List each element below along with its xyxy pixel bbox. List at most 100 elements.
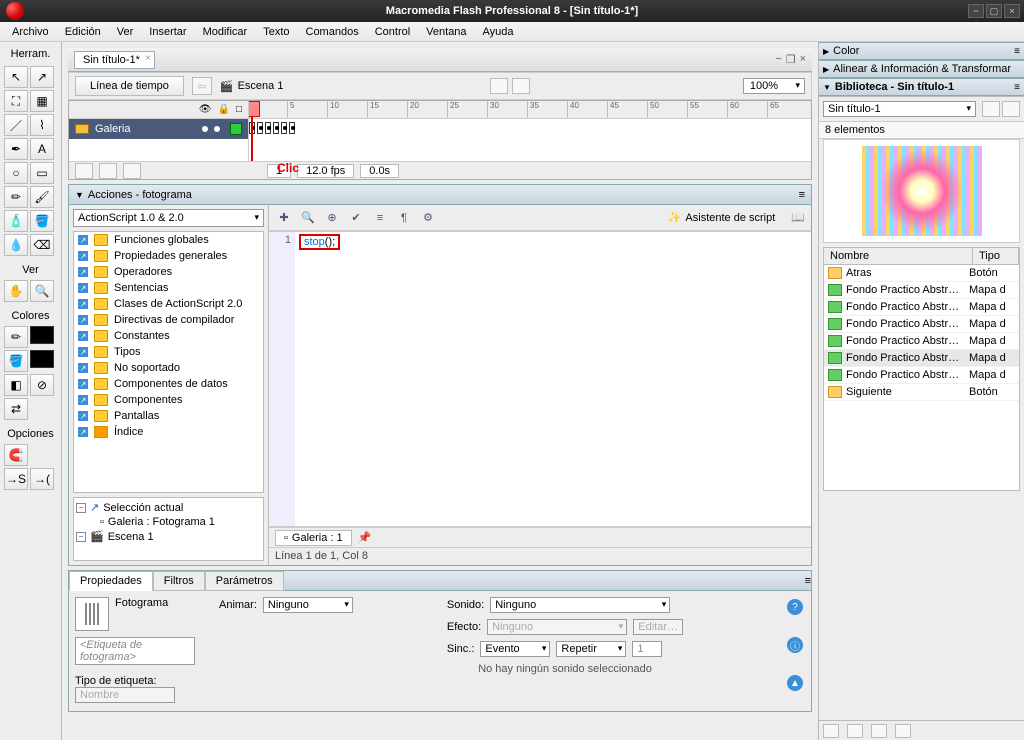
library-item[interactable]: SiguienteBotón [824, 384, 1019, 401]
tree-node[interactable]: Clases de ActionScript 2.0 [114, 298, 242, 310]
check-syntax-icon[interactable]: ✔ [347, 209, 365, 227]
maximize-button[interactable]: ▢ [986, 4, 1002, 18]
selection-item[interactable]: Galeria : Fotograma 1 [108, 516, 215, 528]
subselection-tool[interactable]: ↗ [30, 66, 54, 88]
swap-color-button[interactable]: ⇄ [4, 398, 28, 420]
tab-filtros[interactable]: Filtros [153, 571, 205, 591]
edit-symbol-icon[interactable] [512, 78, 530, 94]
tree-node[interactable]: Componentes [114, 394, 183, 406]
tab-propiedades[interactable]: Propiedades [69, 571, 153, 591]
script-assist-button[interactable]: Asistente de script [685, 212, 775, 224]
rectangle-tool[interactable]: ▭ [30, 162, 54, 184]
menu-ventana[interactable]: Ventana [418, 26, 474, 38]
fill-color-swatch[interactable] [30, 350, 54, 368]
tab-parametros[interactable]: Parámetros [205, 571, 284, 591]
menu-insertar[interactable]: Insertar [141, 26, 194, 38]
loop-dropdown[interactable]: Repetir [556, 641, 626, 657]
library-item[interactable]: Fondo Practico Abstrac...Mapa d [824, 299, 1019, 316]
scene-breadcrumb[interactable]: 🎬 Escena 1 [220, 80, 284, 93]
tween-dropdown[interactable]: Ninguno [263, 597, 353, 613]
smooth-option[interactable]: →S [4, 468, 28, 490]
lasso-tool[interactable]: ⌇ [30, 114, 54, 136]
new-layer-icon[interactable] [75, 163, 93, 179]
tree-node[interactable]: Componentes de datos [114, 378, 228, 390]
actionscript-version-dropdown[interactable]: ActionScript 1.0 & 2.0 [73, 209, 264, 227]
menu-ayuda[interactable]: Ayuda [475, 26, 522, 38]
doc-minimize-icon[interactable]: − [775, 53, 781, 66]
tree-node[interactable]: Tipos [114, 346, 141, 358]
eraser-tool[interactable]: ⌫ [30, 234, 54, 256]
actions-toolbox[interactable]: ↗Funciones globales ↗Propiedades general… [73, 231, 264, 493]
straighten-option[interactable]: →( [30, 468, 54, 490]
document-tab[interactable]: Sin título-1* [74, 51, 155, 69]
snap-option[interactable]: 🧲 [4, 444, 28, 466]
bw-color-button[interactable]: ◧ [4, 374, 28, 396]
menu-comandos[interactable]: Comandos [298, 26, 367, 38]
expand-icon[interactable]: ▲ [787, 675, 803, 691]
props-menu-icon[interactable]: ≡ [805, 575, 811, 587]
library-item[interactable]: Fondo Practico Abstrac...Mapa d [824, 367, 1019, 384]
library-item[interactable]: AtrasBotón [824, 265, 1019, 282]
tree-node[interactable]: Operadores [114, 266, 172, 278]
new-folder-icon[interactable] [99, 163, 117, 179]
zoom-dropdown[interactable]: 100% [743, 78, 805, 94]
sync-dropdown[interactable]: Evento [480, 641, 550, 657]
loop-count-input[interactable]: 1 [632, 641, 662, 657]
menu-control[interactable]: Control [367, 26, 418, 38]
auto-format-icon[interactable]: ≡ [371, 209, 389, 227]
lock-column-icon[interactable]: 🔒 [218, 104, 230, 115]
delete-layer-icon[interactable] [123, 163, 141, 179]
library-item[interactable]: Fondo Practico Abstrac...Mapa d [824, 316, 1019, 333]
tree-node[interactable]: Constantes [114, 330, 170, 342]
close-button[interactable]: × [1004, 4, 1020, 18]
help-icon[interactable]: ? [787, 599, 803, 615]
doc-restore-icon[interactable]: ❐ [786, 53, 796, 66]
info-icon[interactable]: ⓘ [787, 637, 803, 653]
properties-lib-icon[interactable] [871, 724, 887, 738]
selection-tool[interactable]: ↖ [4, 66, 28, 88]
menu-archivo[interactable]: Archivo [4, 26, 57, 38]
effect-dropdown[interactable]: Ninguno [487, 619, 627, 635]
script-navigator[interactable]: −↗Selección actual ▫Galeria : Fotograma … [73, 497, 264, 561]
color-panel-header[interactable]: ▶Color ≡ [819, 42, 1024, 60]
text-tool[interactable]: A [30, 138, 54, 160]
tree-node[interactable]: Sentencias [114, 282, 168, 294]
scene-back-button[interactable]: ⇦ [192, 77, 212, 95]
menu-modificar[interactable]: Modificar [195, 26, 256, 38]
script-editor[interactable]: 1 stop(); [269, 231, 811, 527]
code-hint-icon[interactable]: ¶ [395, 209, 413, 227]
scene-item[interactable]: Escena 1 [108, 531, 154, 543]
timeline-toggle-button[interactable]: Línea de tiempo [75, 76, 184, 96]
add-script-icon[interactable]: ✚ [275, 209, 293, 227]
gradient-tool[interactable]: ▦ [30, 90, 54, 112]
brush-tool[interactable]: 🖌 [30, 186, 54, 208]
new-library-icon[interactable] [1002, 101, 1020, 117]
reference-icon[interactable]: 📖 [791, 211, 805, 224]
collapse-icon[interactable]: ▼ [75, 190, 84, 200]
target-icon[interactable]: ⊕ [323, 209, 341, 227]
col-type[interactable]: Tipo [973, 248, 1019, 264]
free-transform-tool[interactable]: ⛶ [4, 90, 28, 112]
panel-menu-icon[interactable]: ≡ [799, 189, 805, 201]
sound-dropdown[interactable]: Ninguno [490, 597, 670, 613]
menu-texto[interactable]: Texto [255, 26, 297, 38]
debug-icon[interactable]: ⚙ [419, 209, 437, 227]
oval-tool[interactable]: ○ [4, 162, 28, 184]
minimize-button[interactable]: − [968, 4, 984, 18]
zoom-tool[interactable]: 🔍 [30, 280, 54, 302]
tree-node[interactable]: No soportado [114, 362, 180, 374]
layer-row[interactable]: Galeria [69, 119, 248, 139]
col-name[interactable]: Nombre [824, 248, 973, 264]
tree-node[interactable]: Propiedades generales [114, 250, 227, 262]
script-pin-tab[interactable]: ▫Galeria : 1 [275, 530, 352, 546]
library-item[interactable]: Fondo Practico AbstractoMapa d [824, 282, 1019, 299]
fill-color-icon[interactable]: 🪣 [4, 350, 28, 372]
menu-edicion[interactable]: Edición [57, 26, 109, 38]
doc-close-icon[interactable]: × [800, 53, 806, 66]
pin-library-icon[interactable] [982, 101, 1000, 117]
pencil-tool[interactable]: ✏ [4, 186, 28, 208]
visibility-column-icon[interactable]: 👁 [199, 104, 212, 115]
frame-label-input[interactable]: <Etiqueta de fotograma> [75, 637, 195, 665]
new-folder-lib-icon[interactable] [847, 724, 863, 738]
tree-node-index[interactable]: Índice [114, 426, 143, 438]
